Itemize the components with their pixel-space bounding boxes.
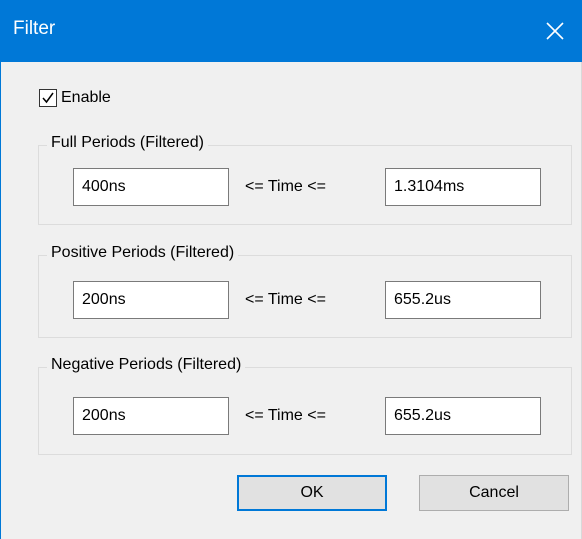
negative-periods-max-input[interactable] [385, 397, 541, 435]
negative-periods-min-input[interactable] [73, 397, 229, 435]
enable-label[interactable]: Enable [61, 89, 111, 107]
negative-periods-group: Negative Periods (Filtered) <= Time <= [38, 356, 572, 455]
enable-checkbox[interactable] [39, 89, 57, 107]
positive-periods-max-input[interactable] [385, 281, 541, 319]
title-bar[interactable]: Filter [1, 0, 582, 62]
window-title: Filter [13, 18, 56, 39]
checkmark-icon [42, 92, 54, 104]
positive-periods-relation-label: <= Time <= [245, 291, 326, 308]
full-periods-max-input[interactable] [385, 168, 541, 206]
cancel-button[interactable]: Cancel [419, 475, 569, 511]
full-periods-min-input[interactable] [73, 168, 229, 206]
filter-dialog: Filter Enable Full Periods (Filtered) <=… [0, 0, 582, 539]
full-periods-title: Full Periods (Filtered) [47, 134, 208, 152]
negative-periods-relation-label: <= Time <= [245, 407, 326, 424]
full-periods-relation-label: <= Time <= [245, 178, 326, 195]
close-icon [546, 22, 564, 40]
positive-periods-title: Positive Periods (Filtered) [47, 244, 239, 262]
negative-periods-title: Negative Periods (Filtered) [47, 356, 246, 374]
positive-periods-min-input[interactable] [73, 281, 229, 319]
full-periods-group: Full Periods (Filtered) <= Time <= [38, 134, 572, 225]
ok-button[interactable]: OK [237, 475, 387, 511]
positive-periods-group: Positive Periods (Filtered) <= Time <= [38, 244, 572, 338]
close-button[interactable] [527, 0, 582, 62]
